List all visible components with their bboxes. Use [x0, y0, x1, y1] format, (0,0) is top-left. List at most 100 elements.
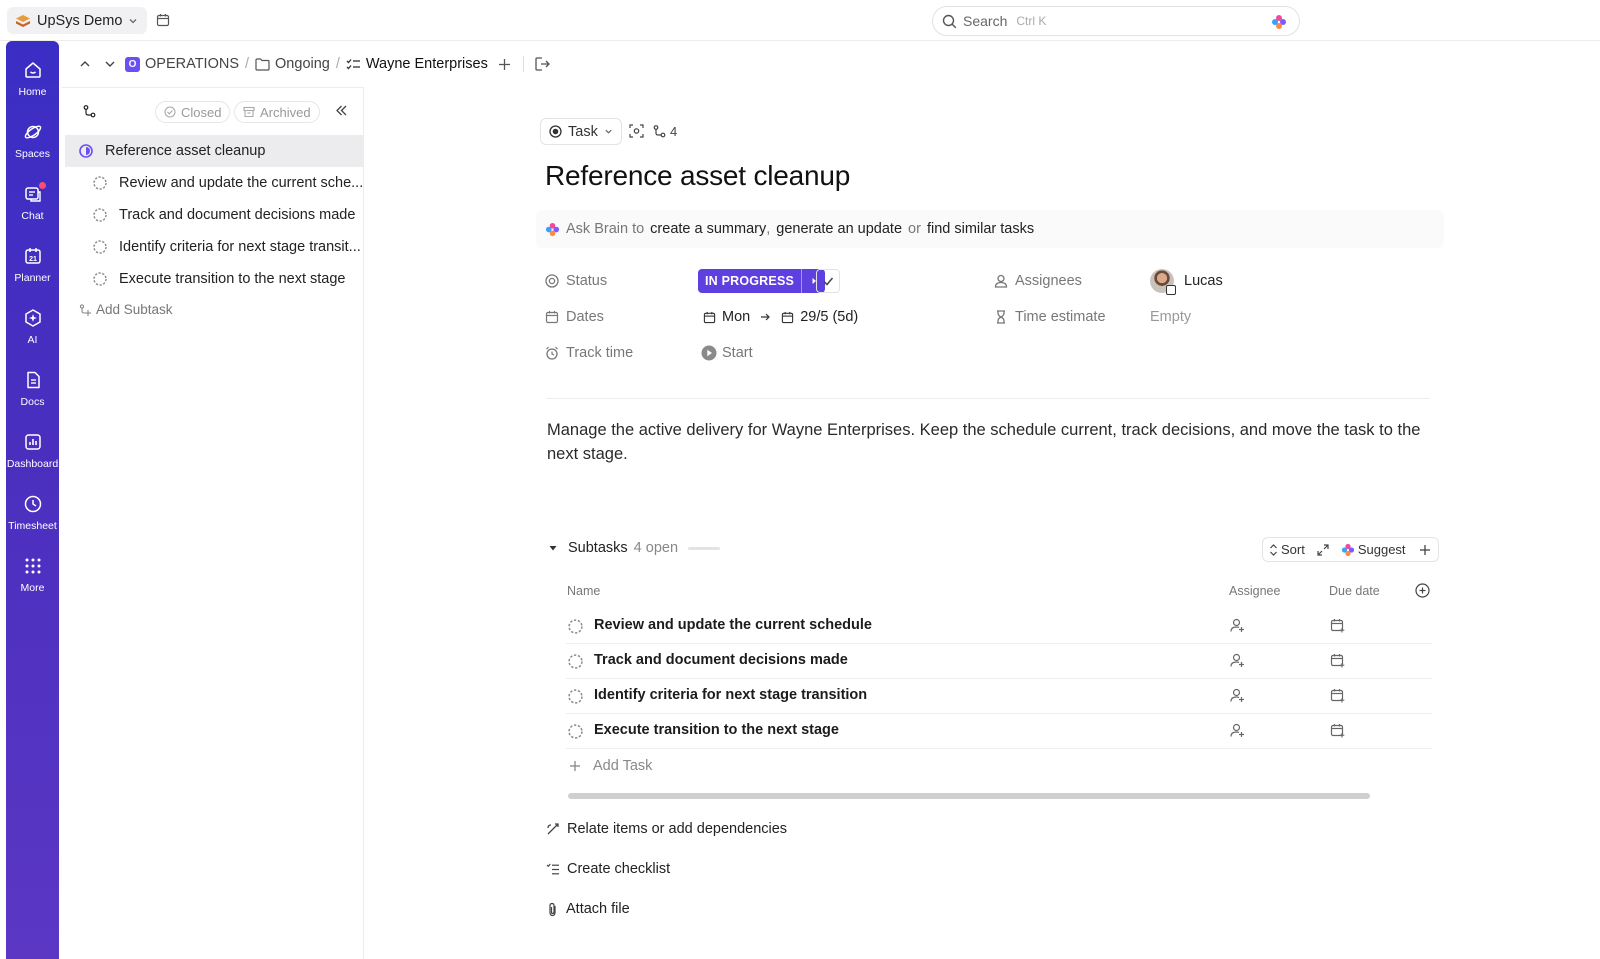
date-end: 29/5 (5d)	[800, 309, 859, 325]
filter-archived[interactable]: Archived	[234, 101, 320, 123]
chevron-down-icon[interactable]	[104, 58, 116, 70]
avatar	[1150, 269, 1176, 295]
subtask-count-indicator[interactable]: 4	[653, 124, 677, 139]
add-due-date-icon[interactable]	[1330, 723, 1345, 738]
todo-status-icon[interactable]	[568, 724, 583, 739]
add-assignee-icon[interactable]	[1230, 688, 1245, 703]
mark-complete-button[interactable]	[816, 269, 840, 293]
add-due-date-icon[interactable]	[1330, 653, 1345, 668]
add-due-date-icon[interactable]	[1330, 688, 1345, 703]
generate-update-link[interactable]: generate an update	[776, 221, 902, 237]
column-header-name[interactable]: Name	[567, 584, 600, 598]
search-input[interactable]: Search Ctrl K	[932, 6, 1300, 36]
add-assignee-icon[interactable]	[1230, 723, 1245, 738]
rail-label: Timesheet	[8, 520, 57, 532]
subtask-name[interactable]: Review and update the current schedule	[594, 617, 872, 633]
status-dropdown[interactable]: IN PROGRESS	[698, 269, 826, 293]
suggest-button[interactable]: Suggest	[1335, 538, 1412, 561]
chevron-up-icon[interactable]	[79, 58, 91, 70]
sidepanel-item[interactable]: Track and document decisions made	[65, 199, 363, 231]
add-subtask-button[interactable]	[1412, 538, 1438, 561]
rail-item-chat[interactable]: Chat	[6, 179, 59, 237]
calendar-icon[interactable]	[156, 13, 170, 27]
rail-item-planner[interactable]: 21 Planner	[6, 241, 59, 299]
add-task-button[interactable]: Add Task	[569, 758, 652, 774]
todo-status-icon	[93, 176, 107, 190]
sort-button[interactable]: Sort	[1263, 538, 1311, 561]
calendar-icon	[782, 311, 794, 323]
add-assignee-icon[interactable]	[1230, 618, 1245, 633]
subtask-name[interactable]: Track and document decisions made	[594, 652, 848, 668]
subtask-name[interactable]: Execute transition to the next stage	[594, 722, 839, 738]
relate-items-button[interactable]: Relate items or add dependencies	[546, 821, 787, 837]
search-shortcut: Ctrl K	[1016, 14, 1047, 28]
task-type-selector[interactable]: Task	[540, 118, 622, 145]
filter-closed[interactable]: Closed	[155, 101, 231, 123]
top-bar: UpSys Demo Search Ctrl K	[0, 0, 1600, 41]
sidepanel-item-parent[interactable]: Reference asset cleanup	[65, 135, 363, 167]
add-assignee-icon[interactable]	[1230, 653, 1245, 668]
start-timer-label: Start	[722, 345, 753, 361]
archive-icon	[243, 106, 255, 118]
status-value: IN PROGRESS	[698, 269, 802, 293]
todo-status-icon[interactable]	[568, 654, 583, 669]
breadcrumb-list[interactable]: Wayne Enterprises	[346, 56, 488, 72]
sidepanel-item[interactable]: Identify criteria for next stage transit…	[65, 231, 363, 263]
check-circle-icon	[164, 106, 176, 118]
task-description[interactable]: Manage the active delivery for Wayne Ent…	[547, 418, 1427, 466]
table-row[interactable]: Execute transition to the next stage	[566, 714, 1432, 749]
create-checklist-button[interactable]: Create checklist	[546, 861, 670, 877]
create-checklist-label: Create checklist	[567, 861, 671, 877]
add-due-date-icon[interactable]	[1330, 618, 1345, 633]
column-header-due-date[interactable]: Due date	[1329, 584, 1380, 598]
todo-status-icon[interactable]	[568, 689, 583, 704]
calendar-icon	[545, 311, 559, 324]
rail-item-dashboard[interactable]: Dashboard	[6, 427, 59, 485]
ai-icon	[22, 307, 44, 329]
dates-value[interactable]: Mon 29/5 (5d)	[703, 309, 858, 325]
brain-ai-icon	[545, 222, 560, 236]
sidepanel-item[interactable]: Execute transition to the next stage	[65, 263, 363, 295]
time-estimate-value[interactable]: Empty	[1150, 309, 1191, 325]
find-similar-link[interactable]: find similar tasks	[927, 221, 1034, 237]
horizontal-scrollbar[interactable]	[568, 793, 1370, 799]
subtasks-tree-icon[interactable]	[83, 105, 96, 118]
sidepanel-item[interactable]: Review and update the current sche...	[65, 167, 363, 199]
add-subtask-button[interactable]: Add Subtask	[79, 302, 173, 317]
add-subtask-label: Add Subtask	[96, 302, 173, 317]
rail-item-spaces[interactable]: Spaces	[6, 117, 59, 175]
track-time-property: Track time	[545, 345, 633, 361]
attach-file-button[interactable]: Attach file	[546, 901, 630, 917]
assignee-chip[interactable]: Lucas	[1150, 269, 1223, 295]
plus-icon[interactable]	[498, 58, 511, 71]
start-timer-button[interactable]: Start	[701, 345, 753, 361]
rail-item-timesheet[interactable]: Timesheet	[6, 489, 59, 547]
collapse-panel-icon[interactable]	[335, 104, 348, 117]
rail-item-docs[interactable]: Docs	[6, 365, 59, 423]
table-row[interactable]: Identify criteria for next stage transit…	[566, 679, 1432, 714]
sidepanel-item-label: Identify criteria for next stage transit…	[119, 239, 361, 255]
breadcrumb-space[interactable]: O OPERATIONS	[125, 56, 239, 72]
rail-item-more[interactable]: More	[6, 551, 59, 609]
column-header-assignee[interactable]: Assignee	[1229, 584, 1280, 598]
move-out-icon[interactable]	[535, 57, 550, 71]
brain-ai-icon[interactable]	[1271, 14, 1287, 30]
todo-status-icon[interactable]	[568, 619, 583, 634]
expand-button[interactable]	[1311, 538, 1335, 561]
rail-item-ai[interactable]: AI	[6, 303, 59, 361]
assignees-label: Assignees	[1015, 273, 1082, 289]
add-column-icon[interactable]	[1415, 583, 1430, 598]
breadcrumb-folder[interactable]: Ongoing	[255, 56, 330, 72]
focus-scan-icon[interactable]	[629, 124, 644, 138]
plus-icon	[570, 761, 580, 771]
table-row[interactable]: Track and document decisions made	[566, 644, 1432, 679]
subtasks-header[interactable]: Subtasks 4 open	[548, 540, 721, 556]
create-summary-link[interactable]: create a summary	[650, 221, 766, 237]
workspace-switcher[interactable]: UpSys Demo	[7, 7, 148, 34]
status-icon	[545, 274, 559, 288]
task-title[interactable]: Reference asset cleanup	[545, 160, 850, 192]
rail-item-home[interactable]: Home	[6, 55, 59, 113]
workspace-logo-icon	[16, 14, 30, 27]
subtask-name[interactable]: Identify criteria for next stage transit…	[594, 687, 867, 703]
table-row[interactable]: Review and update the current schedule	[566, 609, 1432, 644]
